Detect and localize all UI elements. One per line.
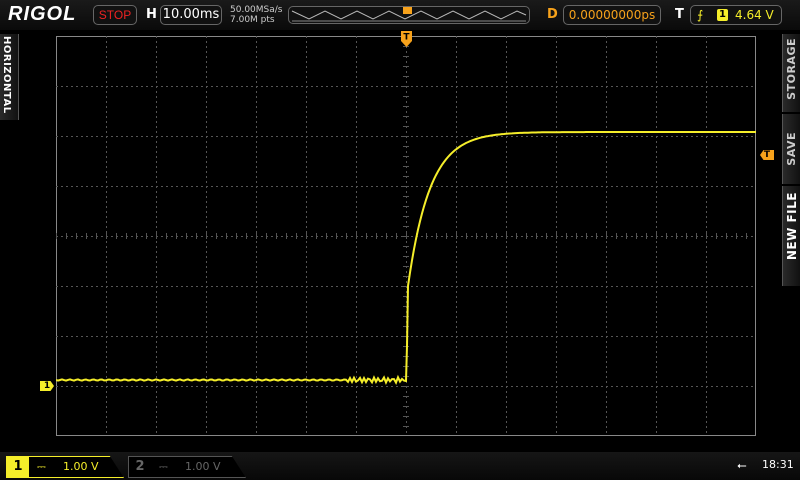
dc-coupling-icon: ⎓ xyxy=(37,460,46,473)
sample-rate: 50.00MSa/s xyxy=(230,5,283,15)
memory-overview xyxy=(288,6,530,24)
side-menu: STORAGE SAVE NEW FILE xyxy=(782,34,800,286)
ch2-settings[interactable]: 2 ⎓ 1.00 V xyxy=(128,456,246,478)
menu-storage-label: STORAGE xyxy=(785,38,798,100)
trigger-level-marker[interactable]: T xyxy=(760,150,774,160)
delay-value[interactable]: 0.00000000ps xyxy=(563,5,661,25)
brand-logo: RIGOL xyxy=(8,3,77,25)
menu-storage[interactable]: STORAGE xyxy=(782,34,800,112)
channel-bar: 1 ⎓ 1.00 V 2 ⎓ 1.00 V xyxy=(0,452,800,480)
trigger-level: 4.64 V xyxy=(735,8,774,22)
dc-coupling-icon: ⎓ xyxy=(159,460,168,473)
waveform-display[interactable] xyxy=(56,36,756,436)
acquisition-info: 50.00MSa/s 7.00M pts xyxy=(230,5,282,25)
menu-new-file[interactable]: NEW FILE xyxy=(782,186,800,286)
menu-save-label: SAVE xyxy=(785,132,798,166)
rising-edge-icon: ⨍ xyxy=(697,8,704,22)
ch1-scale: 1.00 V xyxy=(63,460,99,473)
menu-save[interactable]: SAVE xyxy=(782,114,800,184)
trigger-settings[interactable]: ⨍ 1 4.64 V xyxy=(690,5,782,25)
trigger-source: 1 xyxy=(717,9,728,21)
horizontal-label: H xyxy=(146,7,157,22)
memory-waveform-icon xyxy=(291,7,527,22)
status-bar: RIGOL STOP H 10.00ms 50.00MSa/s 7.00M pt… xyxy=(0,0,800,30)
ch1-number: 1 xyxy=(7,457,29,477)
ch1-settings[interactable]: 1 ⎓ 1.00 V xyxy=(6,456,124,478)
menu-new-file-label: NEW FILE xyxy=(785,192,799,261)
horizontal-menu-tab[interactable]: HORIZONTAL xyxy=(0,34,19,120)
run-stop-indicator[interactable]: STOP xyxy=(93,5,137,25)
usb-icon: ⭠ xyxy=(737,458,747,472)
clock: 18:31 xyxy=(762,458,794,471)
ch2-scale: 1.00 V xyxy=(185,460,221,473)
horizontal-menu-label: HORIZONTAL xyxy=(1,36,12,114)
timebase-value[interactable]: 10.00ms xyxy=(160,5,222,25)
trigger-position-marker[interactable]: T xyxy=(401,31,412,51)
trigger-label: T xyxy=(675,7,684,22)
ch2-number: 2 xyxy=(135,459,145,474)
memory-depth: 7.00M pts xyxy=(230,15,275,25)
trigger-position-label: T xyxy=(403,33,410,43)
ch1-ground-marker[interactable]: 1 xyxy=(40,381,54,391)
delay-label: D xyxy=(547,7,558,22)
